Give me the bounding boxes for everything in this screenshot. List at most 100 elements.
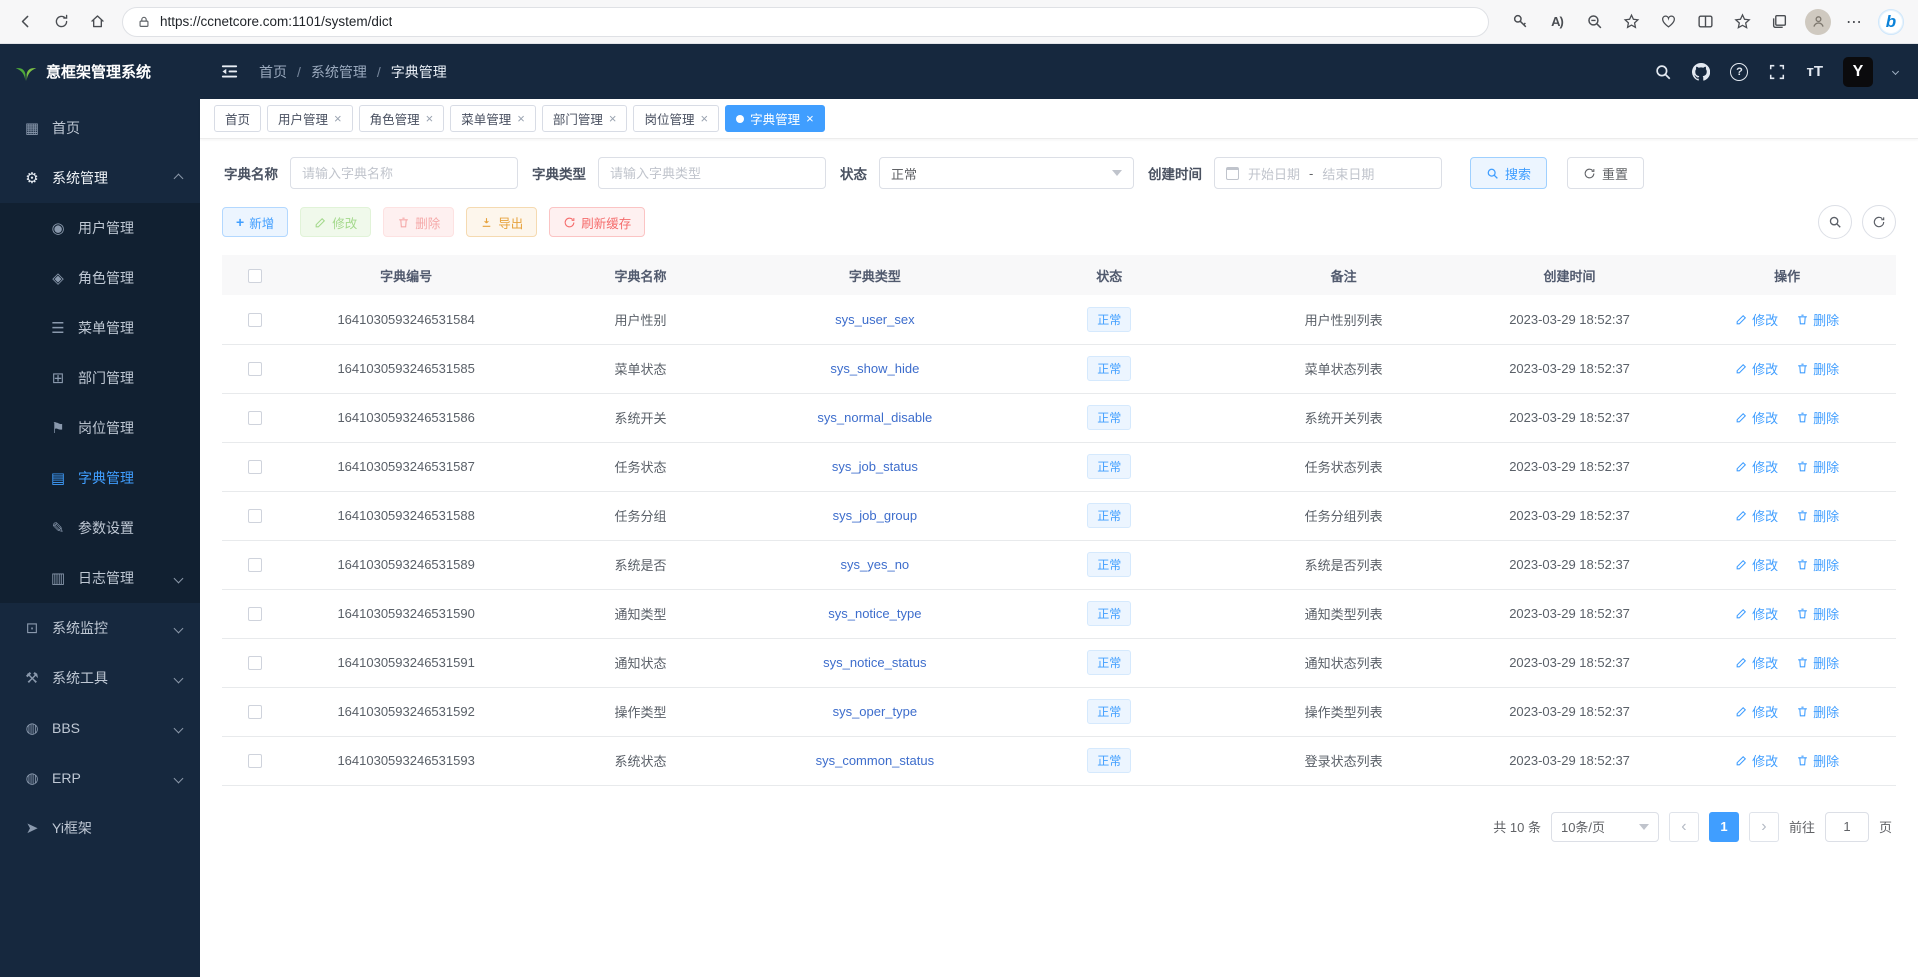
row-delete-link[interactable]: 删除 [1796,457,1839,476]
zoom-icon[interactable] [1583,11,1605,33]
read-aloud-icon[interactable]: A) [1546,11,1568,33]
row-checkbox[interactable] [248,460,262,474]
dict-type-link[interactable]: sys_oper_type [833,704,918,719]
select-all-checkbox[interactable] [248,269,262,283]
row-edit-link[interactable]: 修改 [1735,408,1778,427]
search-button[interactable]: 搜索 [1470,157,1547,189]
sidebar-item-monitor[interactable]: ⊡系统监控 [0,603,200,653]
sidebar-item-role[interactable]: ◈角色管理 [0,253,200,303]
row-delete-link[interactable]: 删除 [1796,408,1839,427]
date-range-picker[interactable]: 开始日期 - 结束日期 [1214,157,1442,189]
chevron-down-icon[interactable] [1892,68,1899,75]
dict-type-link[interactable]: sys_show_hide [830,361,919,376]
close-icon[interactable]: × [517,112,525,125]
help-icon[interactable]: ? [1730,63,1748,81]
row-edit-link[interactable]: 修改 [1735,506,1778,525]
tab-字典管理[interactable]: 字典管理× [725,105,825,132]
sidebar-item-user[interactable]: ◉用户管理 [0,203,200,253]
tab-首页[interactable]: 首页 [214,105,261,132]
row-edit-link[interactable]: 修改 [1735,604,1778,623]
add-button[interactable]: +新增 [222,207,288,237]
reset-button[interactable]: 重置 [1567,157,1644,189]
font-size-icon[interactable]: тT [1806,63,1823,80]
sidebar-item-yi[interactable]: ➤Yi框架 [0,803,200,853]
refresh-icon[interactable] [50,11,72,33]
page-size-select[interactable]: 10条/页 [1551,812,1659,842]
tab-菜单管理[interactable]: 菜单管理× [450,105,536,132]
user-avatar[interactable]: Y [1843,57,1873,87]
close-icon[interactable]: × [806,112,814,125]
dict-type-input[interactable] [598,157,826,189]
dict-type-link[interactable]: sys_job_status [832,459,918,474]
key-icon[interactable] [1509,11,1531,33]
tab-部门管理[interactable]: 部门管理× [542,105,628,132]
dict-type-link[interactable]: sys_yes_no [841,557,910,572]
collections-icon[interactable] [1768,11,1790,33]
bing-icon[interactable]: b [1878,9,1904,35]
row-checkbox[interactable] [248,411,262,425]
close-icon[interactable]: × [426,112,434,125]
dict-type-link[interactable]: sys_normal_disable [817,410,932,425]
row-delete-link[interactable]: 删除 [1796,604,1839,623]
row-checkbox[interactable] [248,509,262,523]
row-delete-link[interactable]: 删除 [1796,555,1839,574]
row-checkbox[interactable] [248,754,262,768]
sidebar-item-post[interactable]: ⚑岗位管理 [0,403,200,453]
status-select[interactable]: 正常 [879,157,1134,189]
refresh-cache-button[interactable]: 刷新缓存 [549,207,645,237]
delete-button[interactable]: 删除 [383,207,454,237]
row-edit-link[interactable]: 修改 [1735,457,1778,476]
row-edit-link[interactable]: 修改 [1735,310,1778,329]
goto-page-input[interactable] [1825,812,1869,842]
prev-page-button[interactable]: ‹ [1669,812,1699,842]
row-checkbox[interactable] [248,362,262,376]
row-edit-link[interactable]: 修改 [1735,751,1778,770]
tab-岗位管理[interactable]: 岗位管理× [633,105,719,132]
next-page-button[interactable]: › [1749,812,1779,842]
close-icon[interactable]: × [609,112,617,125]
favorites-icon[interactable] [1731,11,1753,33]
dict-type-link[interactable]: sys_notice_type [828,606,921,621]
dict-type-link[interactable]: sys_user_sex [835,312,914,327]
breadcrumb-home[interactable]: 首页 [259,62,287,82]
row-delete-link[interactable]: 删除 [1796,751,1839,770]
edit-button[interactable]: 修改 [300,207,371,237]
tab-角色管理[interactable]: 角色管理× [359,105,445,132]
profile-avatar[interactable] [1805,9,1831,35]
collapse-sidebar-icon[interactable] [220,62,239,81]
settings-menu-icon[interactable]: ⋯ [1846,12,1863,32]
address-bar[interactable]: https://ccnetcore.com:1101/system/dict [122,7,1489,37]
row-delete-link[interactable]: 删除 [1796,359,1839,378]
sidebar-item-dict[interactable]: ▤字典管理 [0,453,200,503]
browser-essentials-icon[interactable] [1657,11,1679,33]
row-delete-link[interactable]: 删除 [1796,506,1839,525]
split-screen-icon[interactable] [1694,11,1716,33]
export-button[interactable]: 导出 [466,207,537,237]
row-checkbox[interactable] [248,705,262,719]
toggle-search-button[interactable] [1818,205,1852,239]
sidebar-item-dept[interactable]: ⊞部门管理 [0,353,200,403]
row-edit-link[interactable]: 修改 [1735,653,1778,672]
row-delete-link[interactable]: 删除 [1796,310,1839,329]
current-page[interactable]: 1 [1709,812,1739,842]
sidebar-item-erp[interactable]: ◍ERP [0,753,200,803]
row-delete-link[interactable]: 删除 [1796,653,1839,672]
search-icon[interactable] [1654,63,1672,81]
sidebar-item-tools[interactable]: ⚒系统工具 [0,653,200,703]
row-checkbox[interactable] [248,558,262,572]
home-icon[interactable] [86,11,108,33]
breadcrumb-system[interactable]: 系统管理 [311,62,367,82]
refresh-table-button[interactable] [1862,205,1896,239]
dict-type-link[interactable]: sys_common_status [816,753,935,768]
row-edit-link[interactable]: 修改 [1735,702,1778,721]
dict-type-link[interactable]: sys_notice_status [823,655,926,670]
back-icon[interactable] [14,11,36,33]
row-edit-link[interactable]: 修改 [1735,359,1778,378]
github-icon[interactable] [1692,63,1710,81]
row-checkbox[interactable] [248,313,262,327]
close-icon[interactable]: × [700,112,708,125]
row-checkbox[interactable] [248,656,262,670]
sidebar-item-menu[interactable]: ☰菜单管理 [0,303,200,353]
dict-type-link[interactable]: sys_job_group [833,508,918,523]
sidebar-item-home[interactable]: ▦首页 [0,103,200,153]
